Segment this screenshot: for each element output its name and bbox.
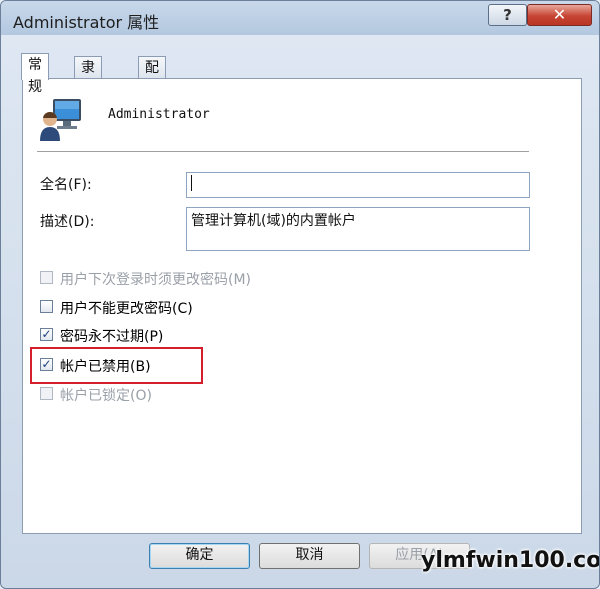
user-name: Administrator — [108, 107, 210, 122]
checkbox-label: 用户不能更改密码(C) — [60, 301, 193, 317]
full-name-label: 全名(F): — [40, 177, 92, 193]
checkbox-label: 用户下次登录时须更改密码(M) — [60, 272, 252, 288]
tab-member-of[interactable]: 隶属于 — [74, 56, 102, 120]
checkbox-label: 帐户已锁定(O) — [60, 388, 152, 404]
checkbox-label: 密码永不过期(P) — [60, 329, 164, 345]
close-button[interactable]: ✕ — [527, 4, 592, 26]
checkbox-box[interactable]: ✓ — [40, 328, 53, 341]
checkbox-box[interactable] — [40, 271, 53, 284]
user-computer-icon — [40, 99, 81, 141]
help-button[interactable]: ? — [488, 4, 527, 26]
window-title: Administrator 属性 — [13, 13, 160, 32]
tab-general[interactable]: 常规 — [21, 53, 49, 95]
checkbox-box[interactable] — [40, 387, 53, 400]
description-input[interactable]: 管理计算机(域)的内置帐户 — [186, 207, 530, 251]
text-cursor — [191, 175, 192, 191]
full-name-input[interactable] — [186, 172, 530, 198]
description-value: 管理计算机(域)的内置帐户 — [191, 213, 356, 229]
ok-button[interactable]: 确定 — [149, 543, 250, 569]
tab-panel-general: Administrator 全名(F): 描述(D): 管理计算机(域)的内置帐… — [22, 78, 582, 534]
tab-profile[interactable]: 配置文件 — [138, 56, 166, 142]
separator — [37, 151, 529, 152]
description-label: 描述(D): — [40, 214, 95, 230]
highlight-annotation — [30, 347, 203, 384]
title-bar[interactable]: Administrator 属性 ? ✕ — [1, 1, 599, 35]
cancel-button[interactable]: 取消 — [259, 543, 360, 569]
watermark: ylmfwin100.com — [421, 548, 600, 573]
properties-dialog: Administrator 属性 ? ✕ 常规 隶属于 配置文件 Adminis… — [0, 0, 600, 589]
checkbox-box[interactable] — [40, 300, 53, 313]
